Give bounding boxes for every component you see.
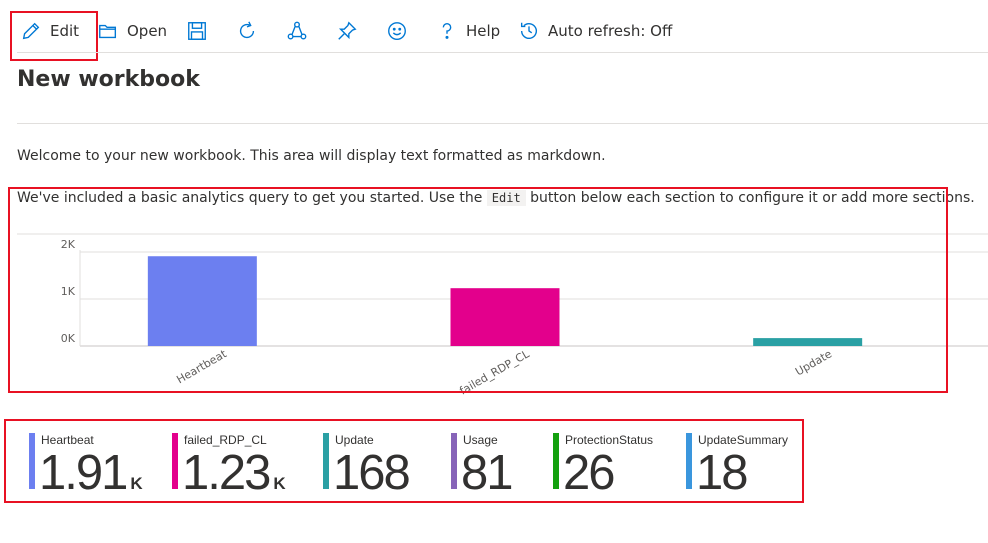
share-button[interactable] — [286, 16, 308, 46]
pin-button[interactable] — [336, 16, 358, 46]
smiley-icon — [386, 20, 408, 42]
refresh-icon — [236, 20, 258, 42]
toolbar: Edit Open Help Auto refresh: Off — [0, 0, 988, 52]
clock-history-icon — [518, 20, 540, 42]
chart-highlight-frame — [8, 187, 948, 393]
edit-highlight-frame — [10, 11, 98, 61]
refresh-button[interactable] — [236, 16, 258, 46]
open-button[interactable]: Open — [97, 16, 167, 46]
toolbar-divider — [17, 52, 988, 53]
question-icon — [436, 20, 458, 42]
auto-refresh-label: Auto refresh: Off — [548, 22, 673, 40]
pin-icon — [336, 20, 358, 42]
feedback-button[interactable] — [386, 16, 408, 46]
auto-refresh-button[interactable]: Auto refresh: Off — [518, 16, 672, 46]
page-title: New workbook — [17, 67, 200, 92]
help-label: Help — [466, 22, 501, 40]
share-icon — [286, 20, 308, 42]
intro-text: Welcome to your new workbook. This area … — [17, 148, 606, 164]
title-divider — [17, 123, 988, 124]
save-icon — [186, 20, 208, 42]
help-button[interactable]: Help — [436, 16, 500, 46]
folder-open-icon — [97, 20, 119, 42]
save-button[interactable] — [186, 16, 208, 46]
tiles-highlight-frame — [4, 419, 804, 503]
open-label: Open — [127, 22, 168, 40]
